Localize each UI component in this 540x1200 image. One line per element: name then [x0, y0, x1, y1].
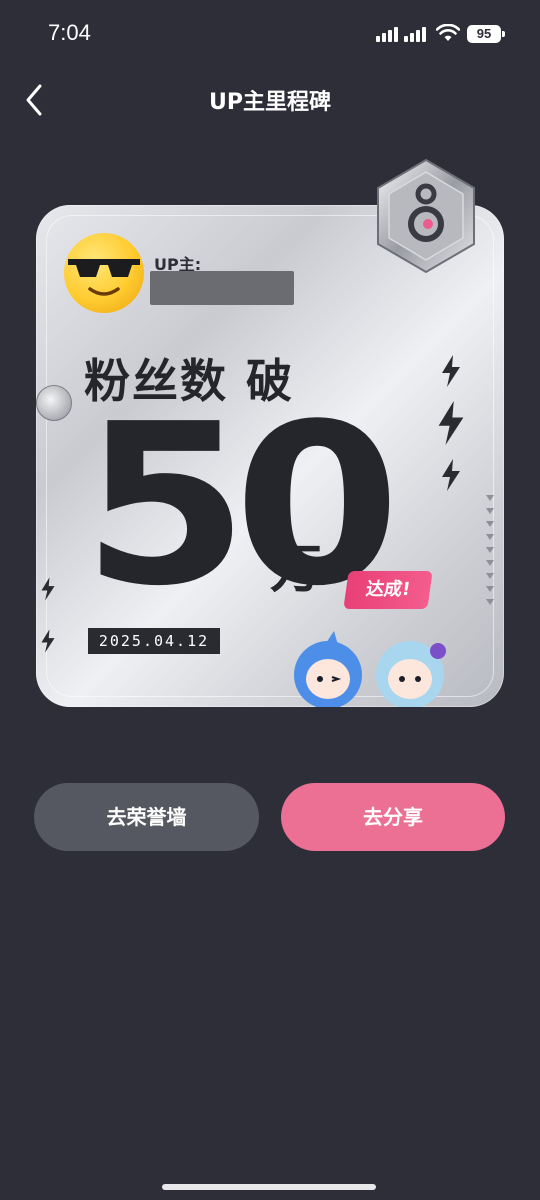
avatar: [64, 233, 144, 313]
up-name-redacted: [150, 271, 294, 305]
card-pin-badge: [36, 385, 72, 421]
decorative-ticks: [486, 495, 498, 612]
lightning-icon: [41, 629, 55, 653]
lightning-icon: [442, 459, 460, 491]
mascot-characters: [294, 631, 446, 707]
medal-hexagon-icon: [377, 158, 475, 274]
page-title: UP主里程碑: [209, 90, 331, 115]
lightning-icon: [438, 401, 464, 445]
milestone-unit: 万: [270, 540, 323, 600]
wifi-icon: [436, 24, 460, 41]
milestone-number: 50: [82, 377, 401, 635]
share-button[interactable]: 去分享: [281, 783, 505, 851]
achieved-tag: 达成!: [343, 571, 433, 609]
battery-icon: 95: [467, 25, 501, 43]
milestone-screen: 7:04 95 UP主里程碑 UP主: 粉丝数 破 50 万 达成! 2025.…: [0, 0, 540, 1200]
lightning-icon: [442, 355, 460, 387]
milestone-card: UP主: 粉丝数 破 50 万 达成! 2025.04.12: [36, 205, 504, 707]
home-indicator[interactable]: [162, 1184, 376, 1190]
honor-wall-button[interactable]: 去荣誉墙: [34, 783, 259, 851]
achievement-date: 2025.04.12: [88, 628, 220, 654]
signal-icon: [376, 27, 426, 42]
status-bar: 7:04 95: [0, 0, 540, 70]
status-time: 7:04: [48, 20, 91, 45]
battery-tip: [502, 31, 505, 37]
lightning-icon: [41, 577, 55, 601]
sunglasses-emoji-avatar: [68, 259, 140, 296]
